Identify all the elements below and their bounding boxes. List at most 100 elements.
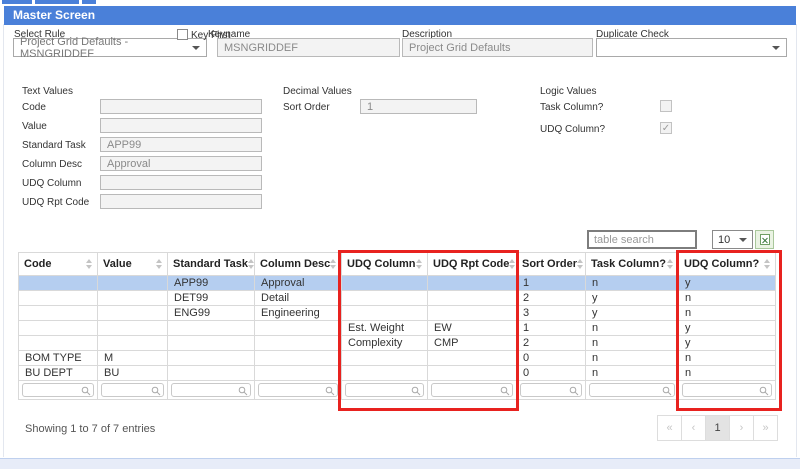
description-field[interactable]: [402, 38, 593, 57]
table-cell[interactable]: 1: [517, 321, 586, 336]
table-cell[interactable]: Complexity: [342, 336, 428, 351]
table-cell[interactable]: DET99: [168, 291, 255, 306]
column-filter-input[interactable]: [171, 383, 251, 397]
table-cell[interactable]: [342, 351, 428, 366]
table-row[interactable]: ComplexityCMP2ny: [19, 336, 776, 351]
table-row[interactable]: APP99Approval1ny: [19, 276, 776, 291]
table-cell[interactable]: [168, 336, 255, 351]
pagination-page-1-button[interactable]: 1: [705, 415, 730, 441]
sort-icon[interactable]: [764, 259, 770, 269]
duplicate-check-dropdown[interactable]: [596, 38, 787, 57]
column-header-udq-column[interactable]: UDQ Column?: [679, 253, 776, 276]
sort-icon[interactable]: [330, 259, 336, 269]
table-cell[interactable]: BU: [98, 366, 168, 381]
column-filter-input[interactable]: [589, 383, 675, 397]
standard-task-field[interactable]: [100, 137, 262, 152]
value-field[interactable]: [100, 118, 262, 133]
table-cell[interactable]: n: [679, 366, 776, 381]
keyname-field[interactable]: [217, 38, 400, 57]
table-cell[interactable]: EW: [428, 321, 517, 336]
sort-icon[interactable]: [667, 259, 673, 269]
column-header-standard-task[interactable]: Standard Task: [168, 253, 255, 276]
table-search-input[interactable]: [587, 230, 697, 249]
column-header-udq-rpt-code[interactable]: UDQ Rpt Code: [428, 253, 517, 276]
column-filter-input[interactable]: [345, 383, 424, 397]
column-header-column-desc[interactable]: Column Desc: [255, 253, 342, 276]
pagination-first-button[interactable]: «: [657, 415, 682, 441]
table-cell[interactable]: [98, 276, 168, 291]
table-cell[interactable]: [428, 366, 517, 381]
table-cell[interactable]: [168, 366, 255, 381]
udq-rpt-code-field[interactable]: [100, 194, 262, 209]
column-header-value[interactable]: Value: [98, 253, 168, 276]
column-header-code[interactable]: Code: [19, 253, 98, 276]
column-filter-input[interactable]: [22, 383, 94, 397]
key-first-checkbox[interactable]: [177, 29, 188, 40]
page-size-select[interactable]: 10: [712, 230, 753, 249]
task-column-checkbox[interactable]: [660, 100, 672, 112]
table-row[interactable]: BU DEPTBU0nn: [19, 366, 776, 381]
column-filter-input[interactable]: [258, 383, 338, 397]
column-filter-input[interactable]: [520, 383, 582, 397]
pagination-last-button[interactable]: »: [753, 415, 778, 441]
table-cell[interactable]: n: [679, 291, 776, 306]
sort-icon[interactable]: [577, 259, 583, 269]
table-cell[interactable]: y: [679, 321, 776, 336]
table-cell[interactable]: n: [586, 321, 679, 336]
table-cell[interactable]: 1: [517, 276, 586, 291]
pagination-next-button[interactable]: ›: [729, 415, 754, 441]
table-cell[interactable]: [428, 276, 517, 291]
table-cell[interactable]: [98, 321, 168, 336]
table-cell[interactable]: 2: [517, 336, 586, 351]
table-cell[interactable]: y: [586, 306, 679, 321]
sort-icon[interactable]: [416, 259, 422, 269]
sort-icon[interactable]: [156, 259, 162, 269]
table-cell[interactable]: n: [679, 306, 776, 321]
sort-order-field[interactable]: [360, 99, 477, 114]
table-cell[interactable]: [19, 291, 98, 306]
column-filter-input[interactable]: [101, 383, 164, 397]
table-cell[interactable]: 2: [517, 291, 586, 306]
table-cell[interactable]: y: [679, 276, 776, 291]
table-cell[interactable]: [255, 366, 342, 381]
table-cell[interactable]: [428, 351, 517, 366]
udq-column-checkbox[interactable]: ✓: [660, 122, 672, 134]
table-cell[interactable]: 0: [517, 366, 586, 381]
table-cell[interactable]: [98, 306, 168, 321]
table-cell[interactable]: Engineering: [255, 306, 342, 321]
table-cell[interactable]: BU DEPT: [19, 366, 98, 381]
column-filter-input[interactable]: [431, 383, 513, 397]
table-cell[interactable]: [342, 366, 428, 381]
table-cell[interactable]: n: [586, 351, 679, 366]
table-cell[interactable]: BOM TYPE: [19, 351, 98, 366]
sort-icon[interactable]: [248, 259, 254, 269]
table-cell[interactable]: 0: [517, 351, 586, 366]
table-cell[interactable]: [98, 291, 168, 306]
column-header-udq-column[interactable]: UDQ Column: [342, 253, 428, 276]
sort-icon[interactable]: [86, 259, 92, 269]
table-cell[interactable]: [19, 276, 98, 291]
table-cell[interactable]: y: [679, 336, 776, 351]
table-cell[interactable]: [255, 321, 342, 336]
table-cell[interactable]: ENG99: [168, 306, 255, 321]
table-cell[interactable]: CMP: [428, 336, 517, 351]
pagination-prev-button[interactable]: ‹: [681, 415, 706, 441]
column-header-sort-order[interactable]: Sort Order: [517, 253, 586, 276]
column-filter-input[interactable]: [682, 383, 772, 397]
table-cell[interactable]: [98, 336, 168, 351]
column-desc-field[interactable]: [100, 156, 262, 171]
table-cell[interactable]: Est. Weight: [342, 321, 428, 336]
table-cell[interactable]: [255, 351, 342, 366]
table-cell[interactable]: [19, 321, 98, 336]
table-cell[interactable]: [168, 351, 255, 366]
table-cell[interactable]: y: [586, 291, 679, 306]
table-row[interactable]: BOM TYPEM0nn: [19, 351, 776, 366]
table-cell[interactable]: Detail: [255, 291, 342, 306]
table-cell[interactable]: [19, 336, 98, 351]
table-cell[interactable]: [342, 276, 428, 291]
table-cell[interactable]: n: [586, 366, 679, 381]
excel-export-button[interactable]: [755, 230, 774, 249]
table-cell[interactable]: Approval: [255, 276, 342, 291]
code-field[interactable]: [100, 99, 262, 114]
sort-icon[interactable]: [509, 259, 515, 269]
